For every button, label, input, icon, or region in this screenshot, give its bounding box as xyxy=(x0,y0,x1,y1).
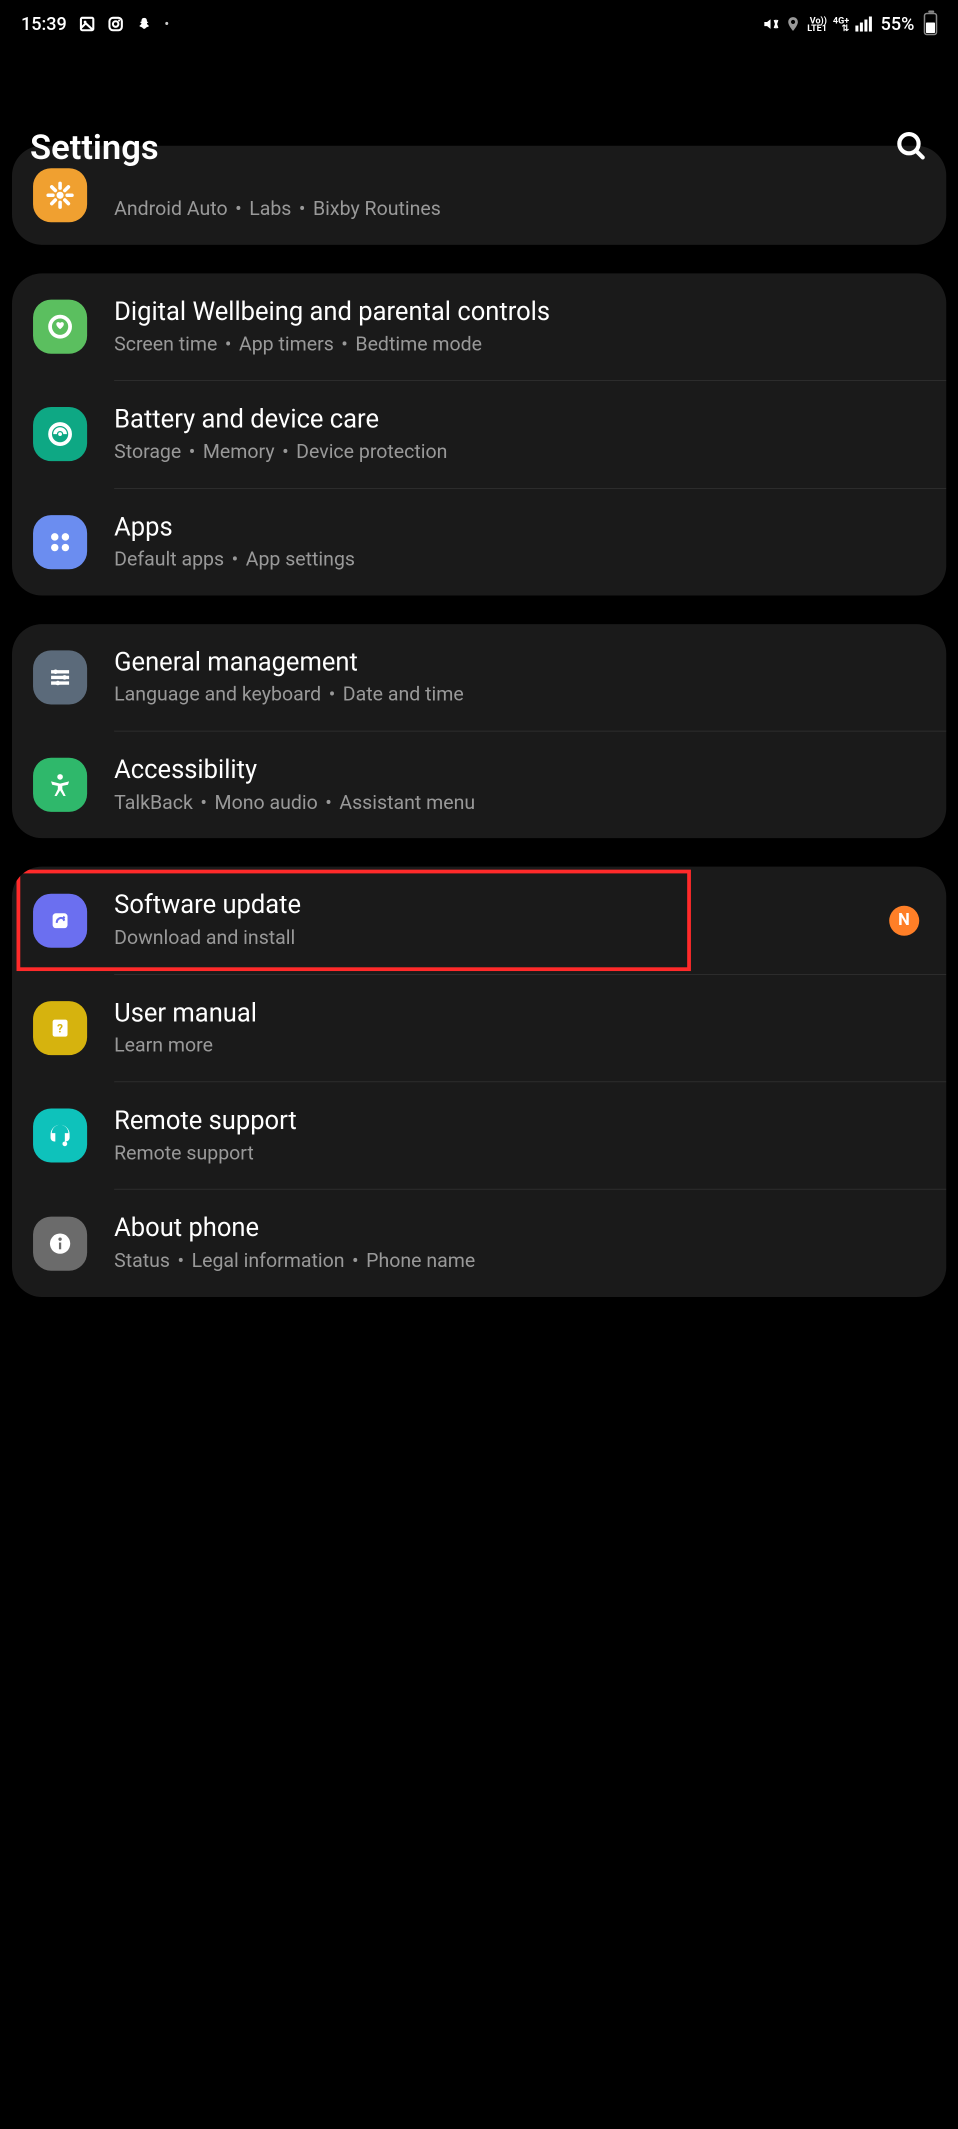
row-wellbeing-title: Digital Wellbeing and parental controls xyxy=(114,296,919,328)
battery-icon xyxy=(923,13,937,36)
row-accessibility-sub: TalkBack•Mono audio•Assistant menu xyxy=(114,791,919,816)
card-general: General management Language and keyboard… xyxy=(12,624,946,838)
row-about-title: About phone xyxy=(114,1212,919,1244)
row-battery-sub: Storage•Memory•Device protection xyxy=(114,440,919,465)
notification-badge: N xyxy=(889,905,919,935)
row-about-sub: Status•Legal information•Phone name xyxy=(114,1249,919,1274)
row-advanced-sub: Android Auto•Labs•Bixby Routines xyxy=(114,197,919,222)
advanced-features-icon xyxy=(33,168,87,222)
row-software-update[interactable]: Software update Download and install N xyxy=(12,867,946,974)
gallery-icon xyxy=(79,16,96,33)
status-bar: 15:39 • Vo))LTE1 4G+⇅ xyxy=(0,0,958,45)
mute-vibrate-icon xyxy=(762,16,779,33)
row-remote-support[interactable]: Remote support Remote support xyxy=(12,1082,946,1189)
row-manual-sub: Learn more xyxy=(114,1034,919,1059)
row-accessibility-title: Accessibility xyxy=(114,754,919,786)
user-manual-icon: ? xyxy=(33,1001,87,1055)
apps-icon xyxy=(33,515,87,569)
clock-text: 15:39 xyxy=(21,14,67,35)
row-battery-title: Battery and device care xyxy=(114,404,919,436)
more-dot-icon: • xyxy=(164,16,169,32)
row-software-sub: Download and install xyxy=(114,926,889,951)
snapchat-icon xyxy=(136,16,153,33)
card-system: Software update Download and install N ?… xyxy=(12,867,946,1297)
battery-percent: 55% xyxy=(881,14,915,35)
row-manual-title: User manual xyxy=(114,997,919,1029)
row-accessibility[interactable]: Accessibility TalkBack•Mono audio•Assist… xyxy=(12,732,946,839)
software-update-icon xyxy=(33,893,87,947)
row-software-title: Software update xyxy=(114,890,889,922)
svg-text:?: ? xyxy=(57,1021,63,1035)
signal-icon xyxy=(855,17,872,32)
accessibility-icon xyxy=(33,758,87,812)
about-phone-icon xyxy=(33,1216,87,1270)
row-user-manual[interactable]: ? User manual Learn more xyxy=(12,975,946,1082)
remote-support-icon xyxy=(33,1109,87,1163)
row-apps-title: Apps xyxy=(114,511,919,543)
row-wellbeing-sub: Screen time•App timers•Bedtime mode xyxy=(114,332,919,357)
row-digital-wellbeing[interactable]: Digital Wellbeing and parental controls … xyxy=(12,273,946,380)
device-care-icon xyxy=(33,407,87,461)
row-general-management[interactable]: General management Language and keyboard… xyxy=(12,624,946,731)
network-4g-icon: 4G+⇅ xyxy=(833,17,849,32)
row-apps[interactable]: Apps Default apps•App settings xyxy=(12,489,946,596)
row-about-phone[interactable]: About phone Status•Legal information•Pho… xyxy=(12,1190,946,1297)
volte-icon: Vo))LTE1 xyxy=(807,17,827,32)
card-device: Digital Wellbeing and parental controls … xyxy=(12,273,946,595)
instagram-icon xyxy=(107,16,124,33)
general-management-icon xyxy=(33,650,87,704)
location-icon xyxy=(785,16,802,33)
row-battery-care[interactable]: Battery and device care Storage•Memory•D… xyxy=(12,381,946,488)
row-apps-sub: Default apps•App settings xyxy=(114,548,919,573)
wellbeing-icon xyxy=(33,300,87,354)
card-advanced: Android Auto•Labs•Bixby Routines xyxy=(12,146,946,245)
row-general-sub: Language and keyboard•Date and time xyxy=(114,683,919,708)
row-remote-title: Remote support xyxy=(114,1105,919,1137)
row-advanced-features[interactable]: Android Auto•Labs•Bixby Routines xyxy=(12,146,946,245)
row-general-title: General management xyxy=(114,647,919,679)
row-remote-sub: Remote support xyxy=(114,1141,919,1166)
